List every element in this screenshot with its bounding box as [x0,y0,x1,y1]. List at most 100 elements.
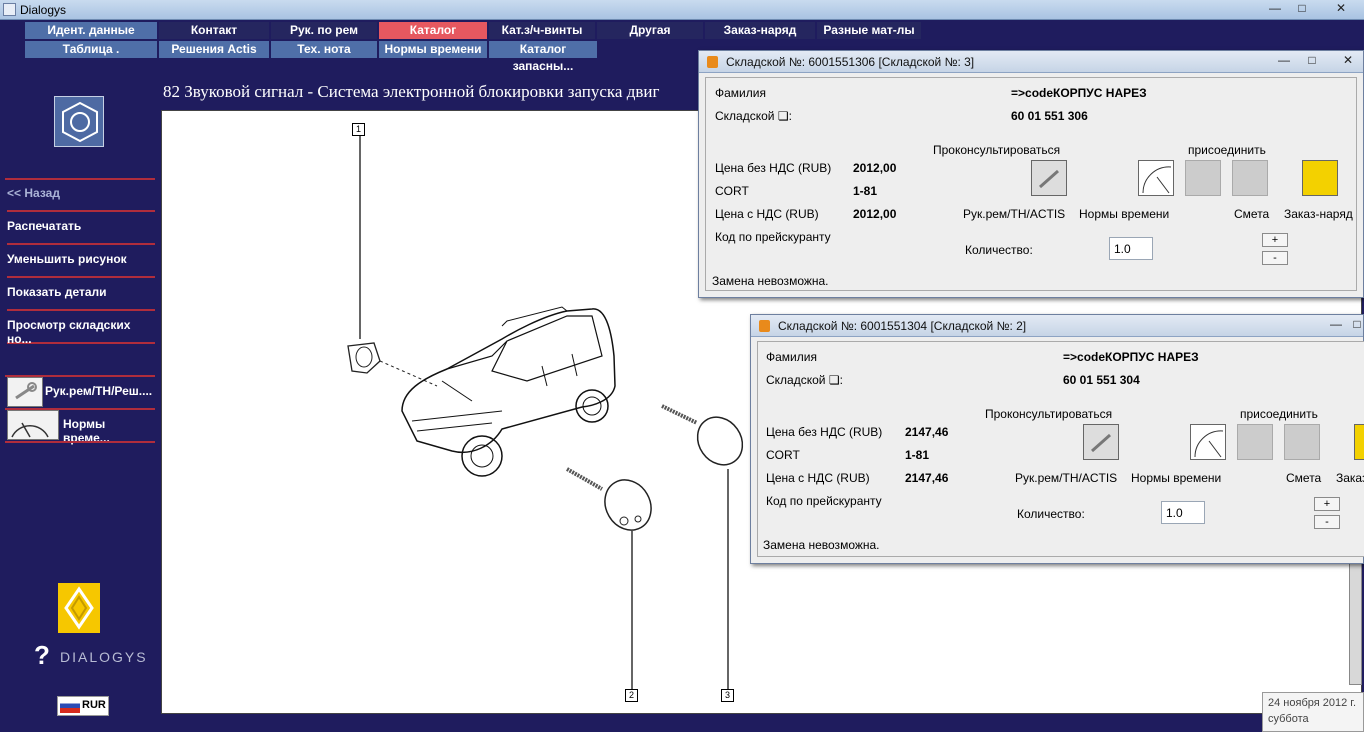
stock-value: 60 01 551 304 [1063,373,1140,387]
repair-manual-button-icon[interactable] [1031,160,1067,196]
vertical-scrollbar[interactable] [1349,560,1362,685]
nav-other[interactable]: Другая [597,22,703,39]
labor-times-caption: Нормы времени [1079,207,1170,221]
labor-times-link[interactable]: Нормы време... [63,417,155,445]
hex-bolt-logo-icon [54,96,104,147]
close-button[interactable]: ✕ [1326,0,1356,18]
price-net-label: Цена без НДС (RUB) [766,425,883,439]
date-tooltip: 24 ноября 2012 г. суббота [1262,692,1364,732]
nav-ident-data[interactable]: Идент. данные [25,22,157,39]
sidebar-divider [5,441,155,443]
surname-label: Фамилия [766,350,817,364]
part-dialog-306[interactable]: Складской №: 6001551306 [Складской №: 3]… [698,50,1364,298]
estimate-button-icon[interactable] [1232,160,1268,196]
surname-value: =>codeКОРПУС НАРЕЗ [1011,86,1147,100]
attach-label: присоединить [1240,407,1318,421]
labor-times-icon [7,410,59,440]
repair-manual-button-icon[interactable] [1083,424,1119,460]
labor-times-button-icon[interactable] [1190,424,1226,460]
nav-screws-catalog[interactable]: Кат.з/ч-винты [489,22,595,39]
callout-label: 3 [724,690,730,700]
cort-label: CORT [766,448,800,462]
dialog-body: Фамилия =>codeКОРПУС НАРЕЗ Складской ❏: … [757,341,1364,557]
maximize-button[interactable]: □ [1289,0,1315,18]
repair-manual-caption: Рук.рем/ТН/ACTIS [963,207,1066,221]
work-order-button-icon[interactable] [1302,160,1338,196]
labor-times-caption: Нормы времени [1131,471,1222,485]
dialog-close-button[interactable]: ✕ [1335,52,1361,70]
minimize-button[interactable]: — [1262,0,1288,18]
nav-table[interactable]: Таблица . [25,41,157,58]
estimate-button-icon[interactable] [1284,424,1320,460]
price-net-label: Цена без НДС (RUB) [715,161,832,175]
russian-flag-icon [60,699,80,713]
question-mark-icon: ? [34,640,50,670]
dialog-titlebar[interactable]: Складской №: 6001551306 [Складской №: 3]… [699,51,1363,73]
callout-label: 1 [355,124,361,134]
cort-value: 1-81 [853,184,878,198]
dialog-maximize-button[interactable]: □ [1349,316,1364,334]
work-order-button-icon[interactable] [1354,424,1364,460]
nav-tech-note[interactable]: Тех. нота [271,41,377,58]
quantity-label: Количество: [965,243,1033,257]
nav-repair-manual[interactable]: Рук. по рем [271,22,377,39]
callout-label: 2 [628,690,634,700]
consult-label: Проконсультироваться [985,407,1113,421]
labor-times-button-icon[interactable] [1138,160,1174,196]
back-link[interactable]: << Назад [7,186,155,212]
surname-label: Фамилия [715,86,766,100]
dialog-titlebar[interactable]: Складской №: 6001551304 [Складской №: 2]… [751,315,1363,337]
stock-value: 60 01 551 306 [1011,109,1088,123]
price-vat-label: Цена с НДС (RUB) [766,471,870,485]
java-icon [707,56,718,68]
java-icon [759,320,770,332]
weekday-line: суббота [1268,713,1309,725]
shrink-image-link[interactable]: Уменьшить рисунок [7,252,155,278]
nav-work-order[interactable]: Заказ-наряд [705,22,815,39]
print-link[interactable]: Распечатать [7,219,155,245]
page-title: 82 Звуковой сигнал - Система электронной… [163,82,660,101]
price-vat-value: 2012,00 [853,207,897,221]
nav-misc-materials[interactable]: Разные мат-лы [817,22,921,39]
dialog-minimize-button[interactable]: — [1271,52,1297,70]
cort-value: 1-81 [905,448,930,462]
quantity-increase-button[interactable]: + [1314,497,1340,511]
repair-manual-icon [7,377,43,407]
renault-logo-icon [58,583,100,633]
quantity-input[interactable]: 1.0 [1109,237,1153,260]
dialog-body: Фамилия =>codeКОРПУС НАРЕЗ Складской ❏: … [705,77,1357,291]
price-net-value: 2012,00 [853,161,897,175]
price-vat-label: Цена с НДС (RUB) [715,207,819,221]
dialogys-logo: ? DIALOGYS [34,640,146,672]
replacement-status: Замена невозможна. [763,538,880,552]
callout-box: 3 [721,689,734,702]
nav-labor-times[interactable]: Нормы времени [379,41,487,58]
show-details-link[interactable]: Показать детали [7,285,155,311]
quantity-decrease-button[interactable]: - [1314,515,1340,529]
nav-actis-solutions[interactable]: Решения Actis [159,41,269,58]
attach-label: присоединить [1188,143,1266,157]
work-order-caption: Заказ [1336,471,1364,485]
quantity-input[interactable]: 1.0 [1161,501,1205,524]
repair-manual-link[interactable]: Рук.рем/ТН/Реш.... [45,384,155,408]
currency-badge[interactable]: RUR [57,696,109,716]
dialog-maximize-button[interactable]: □ [1299,52,1325,70]
estimate-caption: Смета [1234,207,1270,221]
cort-label: CORT [715,184,749,198]
dialogys-logo-text: DIALOGYS [60,649,148,665]
part-dialog-304[interactable]: Складской №: 6001551304 [Складской №: 2]… [750,314,1364,564]
nav-spare-catalog[interactable]: Каталог запасны... [489,41,597,73]
callout-box: 1 [352,123,365,136]
dialog-minimize-button[interactable]: — [1323,316,1349,334]
attach-button-icon[interactable] [1237,424,1273,460]
stock-numbers-link[interactable]: Просмотр складских но... [7,318,155,346]
quantity-increase-button[interactable]: + [1262,233,1288,247]
quantity-decrease-button[interactable]: - [1262,251,1288,265]
window-title: Dialogys [20,3,67,17]
estimate-caption: Смета [1286,471,1322,485]
attach-button-icon[interactable] [1185,160,1221,196]
work-order-caption: Заказ-наряд [1284,207,1353,221]
nav-parts-catalog[interactable]: Каталог запчастей [379,22,487,54]
consult-label: Проконсультироваться [933,143,1061,157]
nav-contact[interactable]: Контакт [159,22,269,39]
